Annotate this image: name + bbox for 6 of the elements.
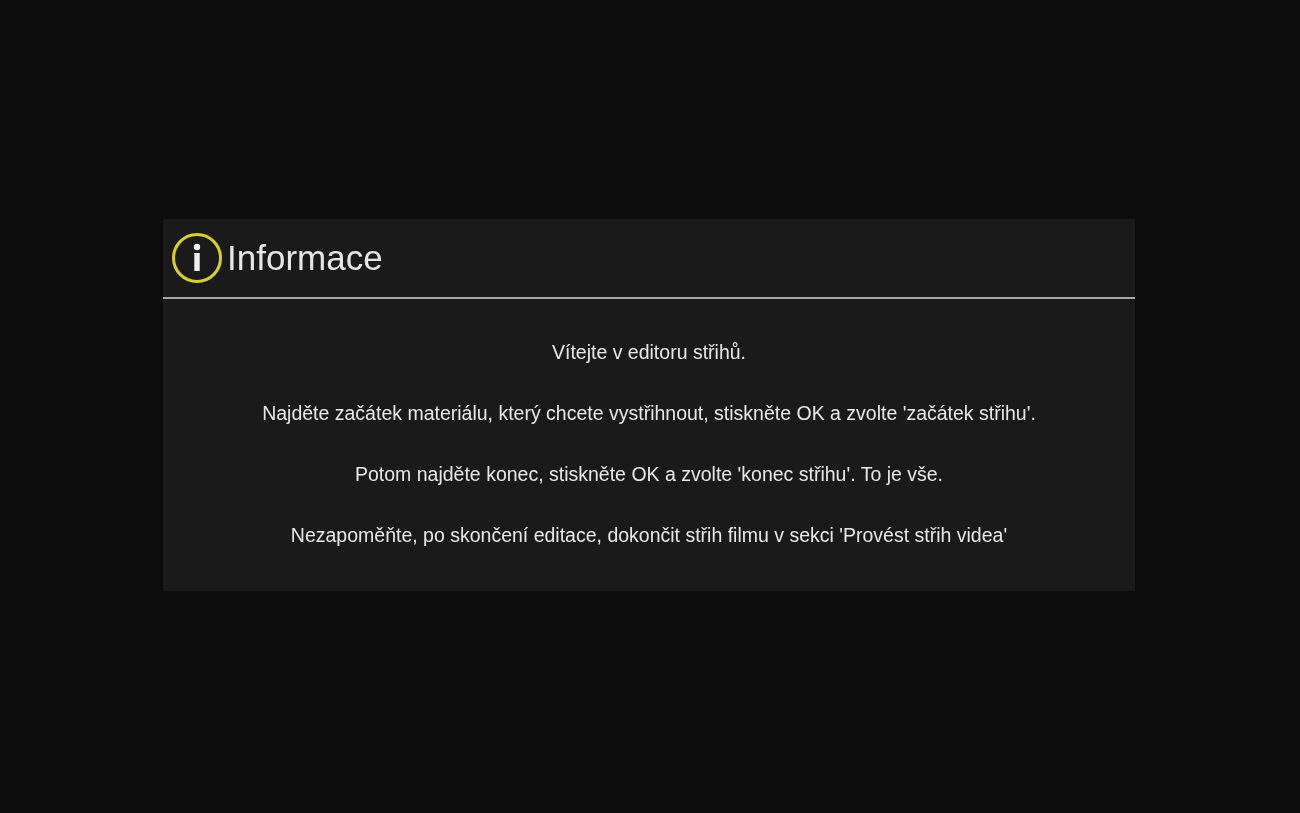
info-icon xyxy=(171,232,223,284)
message-text: Najděte začátek materiálu, který chcete vystřihnout, stiskněte OK a zvolte 'začátek střihu'. xyxy=(262,401,1036,425)
message-text: Potom najděte konec, stiskněte OK a zvolte 'konec střihu'. To je vše. xyxy=(354,462,944,486)
message-text: Nezapoměňte, po skončení editace, dokončit střih filmu v sekci 'Provést střih videa' xyxy=(290,523,1008,547)
dialog-title: Informace xyxy=(227,238,383,278)
message-text: Vítejte v editoru střihů. xyxy=(552,340,746,364)
